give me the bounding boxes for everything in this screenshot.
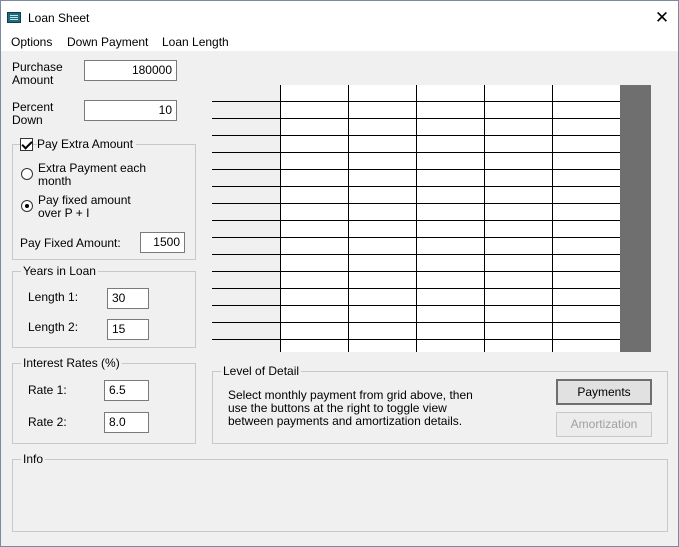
loan-sheet-window: Loan Sheet ✕ Options Down Payment Loan L… xyxy=(0,0,679,547)
opt2-line2: over P + I xyxy=(38,206,90,220)
rate1-input[interactable]: 6.5 xyxy=(104,380,149,401)
grid-scroll-area xyxy=(620,85,651,352)
rate2-label: Rate 2: xyxy=(28,415,67,429)
menu-options[interactable]: Options xyxy=(11,35,52,49)
detail-text-line2: use the buttons at the right to toggle v… xyxy=(228,401,447,415)
opt1-line2: month xyxy=(38,174,72,188)
purchase-amount-label-line1: Purchase xyxy=(12,60,63,74)
extra-payment-each-month-radio[interactable] xyxy=(21,168,33,180)
length2-input[interactable]: 15 xyxy=(107,319,149,340)
menu-bar: Options Down Payment Loan Length xyxy=(1,33,678,51)
pay-fixed-amount-label: Pay fixed amount over P + I xyxy=(38,194,131,220)
length1-label: Length 1: xyxy=(28,290,79,304)
pay-fixed-amount-field-label: Pay Fixed Amount: xyxy=(20,236,121,250)
payments-button[interactable]: Payments xyxy=(556,379,652,405)
length1-input[interactable]: 30 xyxy=(107,288,149,309)
years-in-loan-group: Years in Loan xyxy=(12,264,196,348)
menu-down-payment[interactable]: Down Payment xyxy=(67,35,148,49)
years-in-loan-legend: Years in Loan xyxy=(21,264,98,278)
info-group: Info xyxy=(12,452,668,532)
level-of-detail-legend: Level of Detail xyxy=(221,364,302,378)
rate1-label: Rate 1: xyxy=(28,383,67,397)
amortization-button[interactable]: Amortization xyxy=(556,412,652,437)
pay-fixed-amount-input[interactable]: 1500 xyxy=(140,232,185,253)
purchase-amount-label: Purchase Amount xyxy=(12,61,63,87)
rate2-input[interactable]: 8.0 xyxy=(104,412,149,433)
interest-rates-legend: Interest Rates (%) xyxy=(21,356,122,370)
title-bar: Loan Sheet ✕ xyxy=(1,1,678,33)
purchase-amount-label-line2: Amount xyxy=(12,73,54,87)
detail-text-line3: between payments and amortization detail… xyxy=(228,414,463,428)
opt2-line1: Pay fixed amount xyxy=(38,193,131,207)
detail-text-line1: Select monthly payment from grid above, … xyxy=(228,388,473,402)
percent-down-label: Percent Down xyxy=(12,101,53,127)
info-legend: Info xyxy=(21,452,46,466)
pay-fixed-amount-radio[interactable] xyxy=(21,200,33,212)
window-title: Loan Sheet xyxy=(28,11,90,25)
calculator-app-icon xyxy=(7,12,21,23)
pay-extra-checkbox[interactable] xyxy=(20,138,33,151)
pay-extra-label: Pay Extra Amount xyxy=(37,138,137,151)
close-icon[interactable]: ✕ xyxy=(647,5,677,31)
length2-label: Length 2: xyxy=(28,320,79,334)
purchase-amount-input[interactable]: 180000 xyxy=(84,60,177,81)
opt1-line1: Extra Payment each xyxy=(38,161,147,175)
menu-loan-length[interactable]: Loan Length xyxy=(162,35,229,49)
percent-down-label-line1: Percent xyxy=(12,100,54,114)
percent-down-label-line2: Down xyxy=(12,113,43,127)
percent-down-input[interactable]: 10 xyxy=(84,100,177,121)
extra-payment-each-month-label: Extra Payment each month xyxy=(38,162,146,188)
payment-grid-lines xyxy=(212,85,621,352)
payment-grid[interactable] xyxy=(212,85,651,352)
level-of-detail-text: Select monthly payment from grid above, … xyxy=(228,389,473,428)
